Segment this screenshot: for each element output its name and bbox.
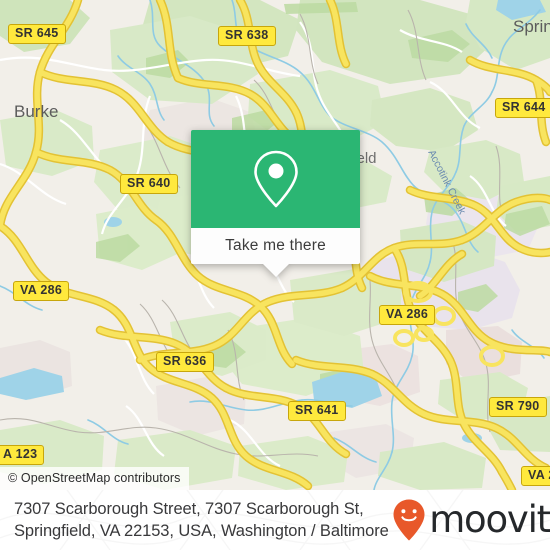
take-me-there-button[interactable]: Take me there: [191, 228, 360, 264]
svg-text:Sprin: Sprin: [513, 17, 550, 36]
moovit-wordmark: moovit: [429, 497, 550, 541]
moovit-logo[interactable]: moovit: [392, 498, 550, 542]
location-callout-card[interactable]: Take me there: [191, 130, 360, 277]
route-shield: VA 286: [379, 305, 436, 325]
moovit-location-card-screenshot: Burke Sprin t field Accotink Creek SR 64…: [0, 0, 550, 550]
route-shield: SR 640: [120, 174, 178, 194]
callout-icon-area: [191, 130, 360, 228]
route-shield: SR 645: [8, 24, 66, 44]
route-shield: VA 286: [13, 281, 70, 301]
route-shield: SR 790: [489, 397, 547, 417]
moovit-pin-smiley-icon: [393, 499, 425, 541]
address-text: 7307 Scarborough Street, 7307 Scarboroug…: [14, 500, 389, 540]
route-shield: SR 638: [218, 26, 276, 46]
route-shield: SR 644: [495, 98, 550, 118]
callout-pointer: [261, 263, 290, 277]
route-shield: VA 2: [521, 466, 550, 486]
map-pin-icon: [253, 150, 298, 208]
svg-text:Burke: Burke: [14, 102, 58, 121]
route-shield: SR 641: [288, 401, 346, 421]
route-shield: A 123: [0, 445, 45, 465]
osm-attribution[interactable]: © OpenStreetMap contributors: [0, 467, 189, 490]
route-shield: SR 636: [156, 352, 214, 372]
footer-bar: 7307 Scarborough Street, 7307 Scarboroug…: [0, 490, 550, 550]
